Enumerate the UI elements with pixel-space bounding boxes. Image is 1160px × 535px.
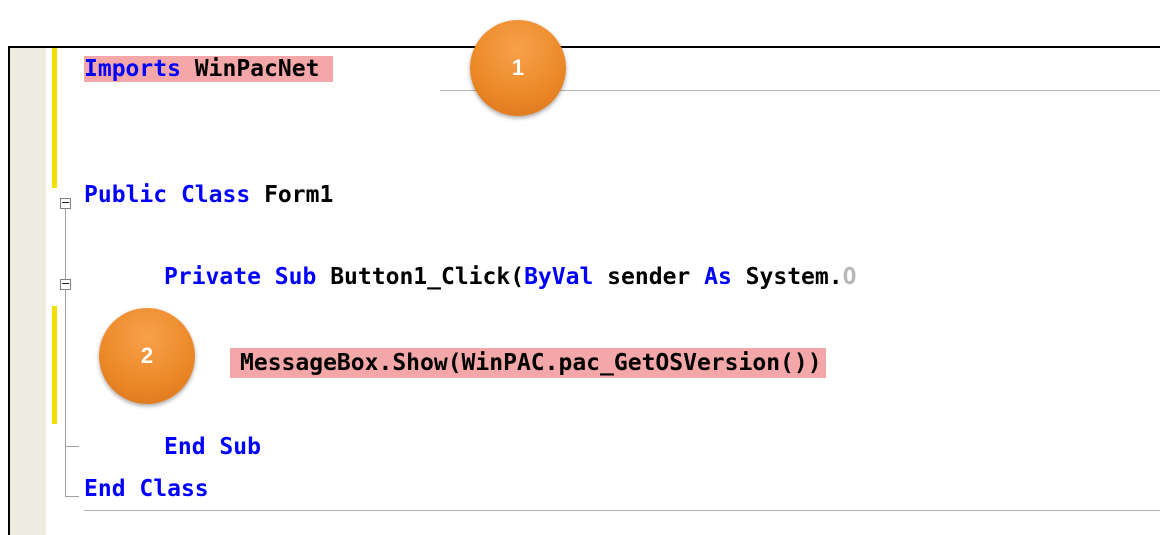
keyword-end: End: [84, 476, 126, 502]
code-line-sub[interactable]: Private Sub Button1_Click(ByVal sender A…: [164, 260, 856, 294]
keyword-end: End: [164, 434, 206, 460]
sub-name: Button1_Click(: [330, 264, 525, 290]
keyword-sub: Sub: [274, 264, 317, 290]
outline-guide: [65, 496, 79, 497]
collapse-sub-icon[interactable]: −: [60, 278, 71, 290]
type-system: System.: [731, 264, 843, 290]
code-line-imports[interactable]: Imports WinPacNet: [84, 52, 334, 86]
keyword-imports: Imports: [84, 56, 181, 82]
code-line-class[interactable]: Public Class Form1: [84, 178, 333, 212]
messagebox-highlight: MessageBox.Show(WinPAC.pac_GetOSVersion(…: [230, 348, 826, 378]
callout-badge-2: 2: [99, 308, 195, 404]
keyword-as: As: [704, 264, 732, 290]
change-indicator-bar: [52, 48, 57, 188]
code-editor[interactable]: − − Imports WinPacNet Public Class Form1…: [8, 46, 1160, 535]
class-name: Form1: [264, 182, 334, 208]
keyword-private: Private: [164, 264, 261, 290]
keyword-class: Class: [180, 182, 251, 208]
keyword-byval: ByVal: [524, 264, 594, 290]
collapse-class-icon[interactable]: −: [60, 197, 71, 209]
code-line-messagebox[interactable]: MessageBox.Show(WinPAC.pac_GetOSVersion(…: [230, 346, 826, 380]
type-system-clipped: O: [842, 264, 857, 290]
keyword-sub: Sub: [219, 434, 261, 460]
selection-margin: [10, 48, 46, 535]
param-sender: sender: [593, 264, 705, 290]
outline-guide: [65, 204, 66, 496]
outline-guide: [65, 446, 79, 447]
line-separator: [84, 510, 1160, 511]
callout-badge-1: 1: [470, 20, 566, 116]
imports-highlight: Imports WinPacNet: [84, 56, 334, 82]
code-line-end-sub[interactable]: End Sub: [164, 430, 261, 464]
namespace-name: WinPacNet: [194, 56, 320, 82]
change-indicator-bar: [52, 306, 57, 424]
keyword-public: Public: [84, 182, 168, 208]
keyword-class: Class: [139, 476, 209, 502]
code-line-end-class[interactable]: End Class: [84, 472, 209, 506]
